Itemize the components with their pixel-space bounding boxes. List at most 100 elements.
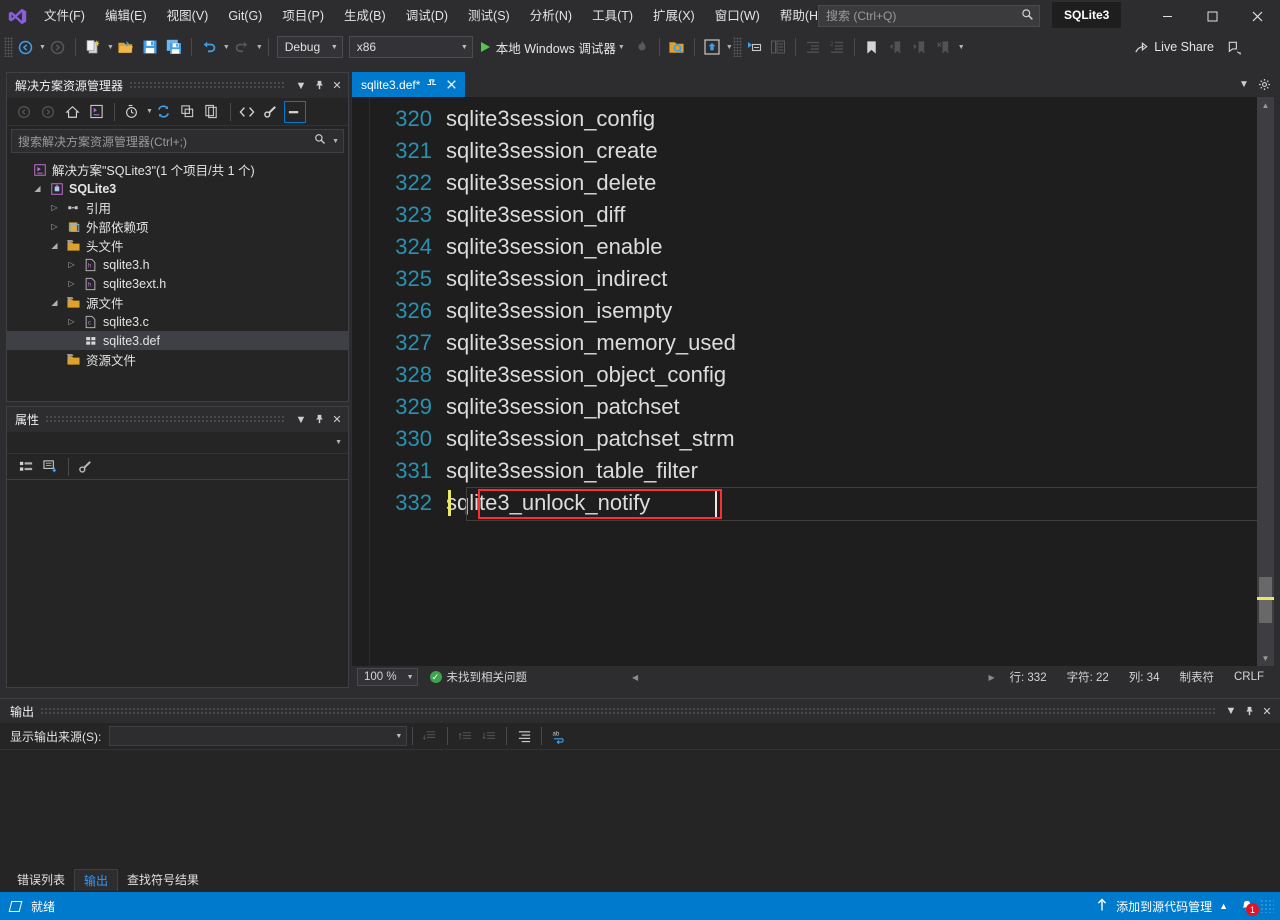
notifications-button[interactable]: 1 xyxy=(1234,892,1260,920)
chevron-down-icon[interactable]: ▼ xyxy=(335,439,342,446)
solution-tree[interactable]: 解决方案"SQLite3"(1 个项目/共 1 个) ◢ SQLite3 ▷ 引用 ▷ 外部… xyxy=(7,156,348,369)
scroll-down-arrow-icon[interactable]: ▼ xyxy=(1257,650,1274,666)
code-text-area[interactable]: 320 sqlite3session_config 321 sqlite3sessio… xyxy=(370,97,1274,666)
zoom-level-combo[interactable]: 100 % ▼ xyxy=(357,668,418,686)
panel-drag-area[interactable] xyxy=(45,415,286,424)
output-source-combo[interactable]: ▼ xyxy=(109,726,408,746)
chevron-down-icon[interactable]: ▼ xyxy=(1234,73,1254,97)
code-line[interactable]: 332 sqlite3_unlock_notify xyxy=(370,487,1274,521)
code-line[interactable]: 324 sqlite3session_enable xyxy=(370,231,1274,263)
solution-explorer-dropdown-icon[interactable]: ▼ xyxy=(726,44,733,51)
resize-grip[interactable] xyxy=(1260,899,1274,913)
code-line[interactable]: 323 sqlite3session_diff xyxy=(370,199,1274,231)
minimize-button[interactable] xyxy=(1145,0,1190,32)
menu-bar[interactable]: 文件(F) 编辑(E) 视图(V) Git(G) 项目(P) 生成(B) 调试(… xyxy=(34,0,832,32)
pin-icon[interactable] xyxy=(310,76,328,96)
pin-icon[interactable] xyxy=(1240,701,1258,721)
code-line[interactable]: 329 sqlite3session_patchset xyxy=(370,391,1274,423)
next-bookmark-button[interactable] xyxy=(908,35,932,59)
editor-tab-sqlite3-def[interactable]: sqlite3.def* xyxy=(352,72,466,97)
expand-collapse-icon-expanded[interactable]: ◢ xyxy=(45,298,64,307)
decrease-indent-button[interactable] xyxy=(801,35,825,59)
scroll-up-arrow-icon[interactable]: ▲ xyxy=(1257,97,1274,113)
properties-object-selector[interactable]: ▼ xyxy=(7,432,348,454)
prev-message-icon[interactable] xyxy=(453,725,477,747)
code-line[interactable]: 321 sqlite3session_create xyxy=(370,135,1274,167)
preview-selected-items-icon[interactable] xyxy=(283,100,306,123)
menu-item-tools[interactable]: 工具(T) xyxy=(582,0,643,32)
toolbar-grip[interactable] xyxy=(4,37,13,57)
undo-dropdown-icon[interactable]: ▼ xyxy=(223,44,230,51)
navigate-backward-button[interactable] xyxy=(13,35,37,59)
tree-item-sqlite3.h[interactable]: ▷ h sqlite3.h xyxy=(7,255,348,274)
property-pages-icon[interactable] xyxy=(74,456,96,478)
toolbox-button[interactable] xyxy=(766,35,790,59)
menu-item-test[interactable]: 测试(S) xyxy=(458,0,520,32)
tree-item--[interactable]: ▷ 引用 xyxy=(7,198,348,217)
tab-output[interactable]: 输出 xyxy=(74,869,119,891)
solution-configuration-combo[interactable]: Debug ▼ xyxy=(276,36,343,58)
expand-collapse-icon-expanded[interactable]: ◢ xyxy=(28,184,47,193)
save-button[interactable] xyxy=(138,35,162,59)
undo-button[interactable] xyxy=(197,35,221,59)
maximize-button[interactable] xyxy=(1190,0,1235,32)
gear-icon[interactable] xyxy=(1254,73,1274,97)
chevron-down-icon[interactable]: ▼ xyxy=(292,76,310,96)
alphabetical-icon[interactable] xyxy=(39,456,61,478)
word-wrap-icon[interactable]: ab xyxy=(547,725,571,747)
close-icon[interactable] xyxy=(443,76,460,94)
close-icon[interactable]: ✕ xyxy=(1258,701,1276,721)
scrollbar-thumb[interactable] xyxy=(1259,577,1272,623)
menu-item-window[interactable]: 窗口(W) xyxy=(705,0,770,32)
refresh-icon[interactable] xyxy=(153,101,175,123)
live-share-button[interactable]: Live Share xyxy=(1134,35,1214,59)
add-to-source-control-button[interactable]: 添加到源代码管理 ▲ xyxy=(1090,892,1234,920)
menu-item-edit[interactable]: 编辑(E) xyxy=(95,0,157,32)
navigate-forward-button[interactable] xyxy=(46,35,70,59)
expand-collapse-icon-collapsed[interactable]: ▷ xyxy=(62,279,81,288)
expand-collapse-icon-collapsed[interactable]: ▷ xyxy=(45,222,64,231)
menu-item-extensions[interactable]: 扩展(X) xyxy=(643,0,705,32)
tree-item-sqlite3[interactable]: ◢ SQLite3 xyxy=(7,179,348,198)
new-item-button[interactable] xyxy=(81,35,105,59)
menu-item-view[interactable]: 视图(V) xyxy=(157,0,219,32)
hot-reload-button[interactable] xyxy=(630,35,654,59)
previous-bookmark-button[interactable] xyxy=(884,35,908,59)
close-icon[interactable]: ✕ xyxy=(328,410,346,430)
menu-item-project[interactable]: 项目(P) xyxy=(272,0,334,32)
editor-indicator-margin[interactable] xyxy=(352,97,370,666)
show-all-files-icon[interactable] xyxy=(201,101,223,123)
chevron-down-icon[interactable]: ▼ xyxy=(146,108,153,115)
redo-dropdown-icon[interactable]: ▼ xyxy=(256,44,263,51)
code-line[interactable]: 322 sqlite3session_delete xyxy=(370,167,1274,199)
tree-item-sqlite3.def[interactable]: sqlite3.def xyxy=(7,331,348,350)
menu-item-build[interactable]: 生成(B) xyxy=(334,0,396,32)
chevron-down-icon[interactable]: ▼ xyxy=(618,44,625,51)
horizontal-scroll-right-icon[interactable]: ▶ xyxy=(984,669,1000,685)
solution-search-input[interactable]: 搜索解决方案资源管理器(Ctrl+;) xyxy=(12,133,310,150)
expand-collapse-icon-collapsed[interactable]: ▷ xyxy=(45,203,64,212)
navigate-backward-dropdown-icon[interactable]: ▼ xyxy=(39,44,46,51)
tree-item--sqlite3-1-1-[interactable]: 解决方案"SQLite3"(1 个项目/共 1 个) xyxy=(7,160,348,179)
find-in-files-button[interactable] xyxy=(665,35,689,59)
properties-grid[interactable] xyxy=(7,480,348,680)
save-all-button[interactable] xyxy=(162,35,186,59)
properties-window-button[interactable] xyxy=(742,35,766,59)
tree-item-sqlite3ext.h[interactable]: ▷ h sqlite3ext.h xyxy=(7,274,348,293)
home-icon[interactable] xyxy=(61,101,83,123)
code-line[interactable]: 330 sqlite3session_patchset_strm xyxy=(370,423,1274,455)
expand-collapse-icon-collapsed[interactable]: ▷ xyxy=(62,317,81,326)
increase-indent-button[interactable]: 2 xyxy=(825,35,849,59)
toolbar-overflow-icon[interactable]: ▼ xyxy=(958,44,965,51)
goto-message-icon[interactable] xyxy=(418,725,442,747)
code-editor[interactable]: 320 sqlite3session_config 321 sqlite3sessio… xyxy=(352,97,1274,666)
pin-icon[interactable] xyxy=(423,76,440,94)
tree-item--[interactable]: ◢ 源文件 xyxy=(7,293,348,312)
clear-all-icon[interactable] xyxy=(512,725,536,747)
clear-bookmarks-button[interactable] xyxy=(932,35,956,59)
quick-search-box[interactable]: 搜索 (Ctrl+Q) xyxy=(818,5,1040,27)
properties-icon[interactable] xyxy=(260,101,282,123)
tab-find-symbol-results[interactable]: 查找符号结果 xyxy=(118,869,208,891)
pending-changes-icon[interactable] xyxy=(120,101,142,123)
new-item-dropdown-icon[interactable]: ▼ xyxy=(107,44,114,51)
